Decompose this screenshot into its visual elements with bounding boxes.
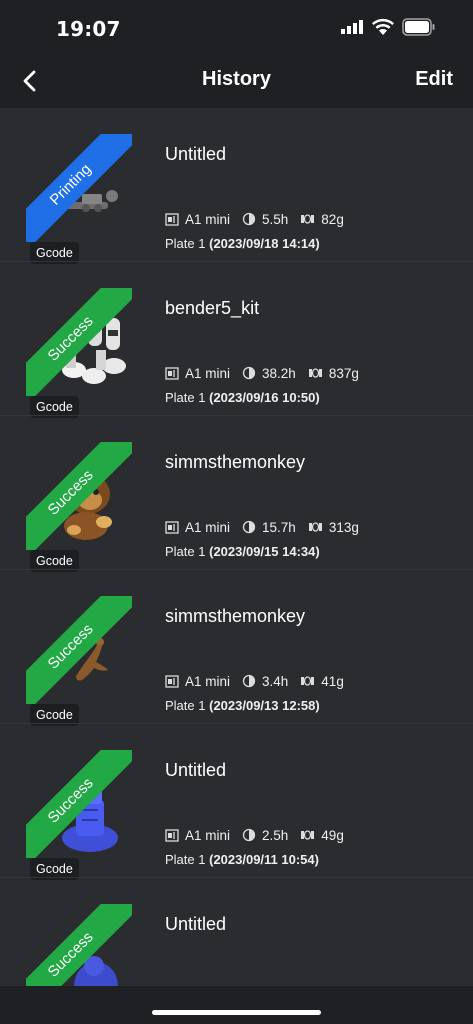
model-thumbnail: Success	[26, 288, 132, 396]
printer-model: A1 mini	[185, 365, 231, 381]
filament-weight: 313g	[328, 519, 359, 535]
home-indicator[interactable]	[152, 1010, 321, 1015]
plate-date: (2023/09/11 10:54)	[209, 852, 319, 867]
print-duration: 5.5h	[262, 211, 289, 227]
filament-spool-icon	[308, 522, 322, 532]
wifi-icon	[372, 18, 394, 35]
filament-spool-icon	[301, 830, 315, 840]
page-title: History	[202, 68, 271, 90]
clock-icon	[242, 366, 256, 380]
item-meta: A1 mini 3.4h 41g	[165, 672, 344, 690]
item-meta: A1 mini 15.7h 313g	[165, 518, 359, 536]
clock-icon	[242, 674, 256, 688]
printer-model: A1 mini	[185, 519, 231, 535]
printer-icon	[165, 675, 179, 688]
item-name: Untitled	[165, 144, 227, 164]
print-duration: 15.7h	[262, 519, 296, 535]
plate-label: Plate 1	[165, 698, 206, 713]
plate-date: (2023/09/13 12:58)	[209, 698, 320, 713]
printer-model: A1 mini	[185, 673, 231, 689]
plate-label: Plate 1	[165, 544, 206, 559]
filament-spool-icon	[301, 214, 315, 224]
item-meta: A1 mini 38.2h 837g	[165, 364, 359, 382]
print-duration: 2.5h	[262, 827, 289, 843]
plate-info: Plate 1 (2023/09/15 14:34)	[165, 544, 320, 559]
item-meta: A1 mini 2.5h 49g	[165, 826, 344, 844]
list-item[interactable]: Success Gcode simmsthemonkey A1 mini 3.4…	[0, 570, 473, 726]
clock-icon	[242, 212, 256, 226]
clock-icon	[242, 520, 256, 534]
home-indicator-area	[0, 986, 473, 1024]
printer-icon	[165, 367, 179, 380]
filament-weight: 82g	[321, 211, 344, 227]
plate-info: Plate 1 (2023/09/18 14:14)	[165, 236, 320, 251]
item-name: Untitled	[165, 760, 227, 780]
plate-label: Plate 1	[165, 852, 206, 867]
printer-icon	[165, 521, 179, 534]
plate-date: (2023/09/16 10:50)	[209, 390, 320, 405]
plate-info: Plate 1 (2023/09/11 10:54)	[165, 852, 319, 867]
filament-spool-icon	[308, 368, 322, 378]
model-thumbnail: Success	[26, 904, 132, 986]
printer-model: A1 mini	[185, 211, 231, 227]
filament-weight: 837g	[328, 365, 359, 381]
print-duration: 38.2h	[262, 365, 296, 381]
list-item[interactable]: Success Gcode Untitled A1 mini 2.5h 49g …	[0, 724, 473, 880]
nav-bar: History Edit	[0, 56, 473, 108]
list-item[interactable]: Success Untitled	[0, 878, 473, 986]
printer-model: A1 mini	[185, 827, 231, 843]
plate-date: (2023/09/15 14:34)	[209, 544, 320, 559]
list-item[interactable]: Success Gcode bender5_kit A1 mini 38.2h …	[0, 262, 473, 418]
filament-weight: 41g	[321, 673, 344, 689]
cellular-signal-icon	[341, 20, 363, 34]
status-time: 19:07	[56, 17, 121, 41]
model-thumbnail: Success	[26, 750, 132, 858]
plate-info: Plate 1 (2023/09/16 10:50)	[165, 390, 320, 405]
battery-icon	[402, 18, 435, 36]
plate-info: Plate 1 (2023/09/13 12:58)	[165, 698, 320, 713]
plate-label: Plate 1	[165, 236, 206, 251]
item-name: simmsthemonkey	[165, 452, 306, 472]
status-bar: 19:07	[0, 0, 473, 56]
printer-icon	[165, 829, 179, 842]
printer-icon	[165, 213, 179, 226]
clock-icon	[242, 828, 256, 842]
model-thumbnail: Success	[26, 596, 132, 704]
filament-spool-icon	[301, 676, 315, 686]
list-item[interactable]: Success Gcode simmsthemonkey A1 mini 15.…	[0, 416, 473, 572]
filament-weight: 49g	[321, 827, 344, 843]
edit-button[interactable]: Edit	[415, 68, 453, 91]
item-meta: A1 mini 5.5h 82g	[165, 210, 344, 228]
list-item[interactable]: Printing Gcode Untitled A1 mini 5.5h 82g…	[0, 108, 473, 264]
print-duration: 3.4h	[262, 673, 289, 689]
model-thumbnail: Printing	[26, 134, 132, 242]
history-list: Printing Gcode Untitled A1 mini 5.5h 82g…	[0, 108, 473, 986]
item-name: bender5_kit	[165, 298, 260, 318]
item-name: Untitled	[165, 914, 227, 934]
model-thumbnail: Success	[26, 442, 132, 550]
plate-date: (2023/09/18 14:14)	[209, 236, 320, 251]
plate-label: Plate 1	[165, 390, 206, 405]
item-name: simmsthemonkey	[165, 606, 306, 626]
